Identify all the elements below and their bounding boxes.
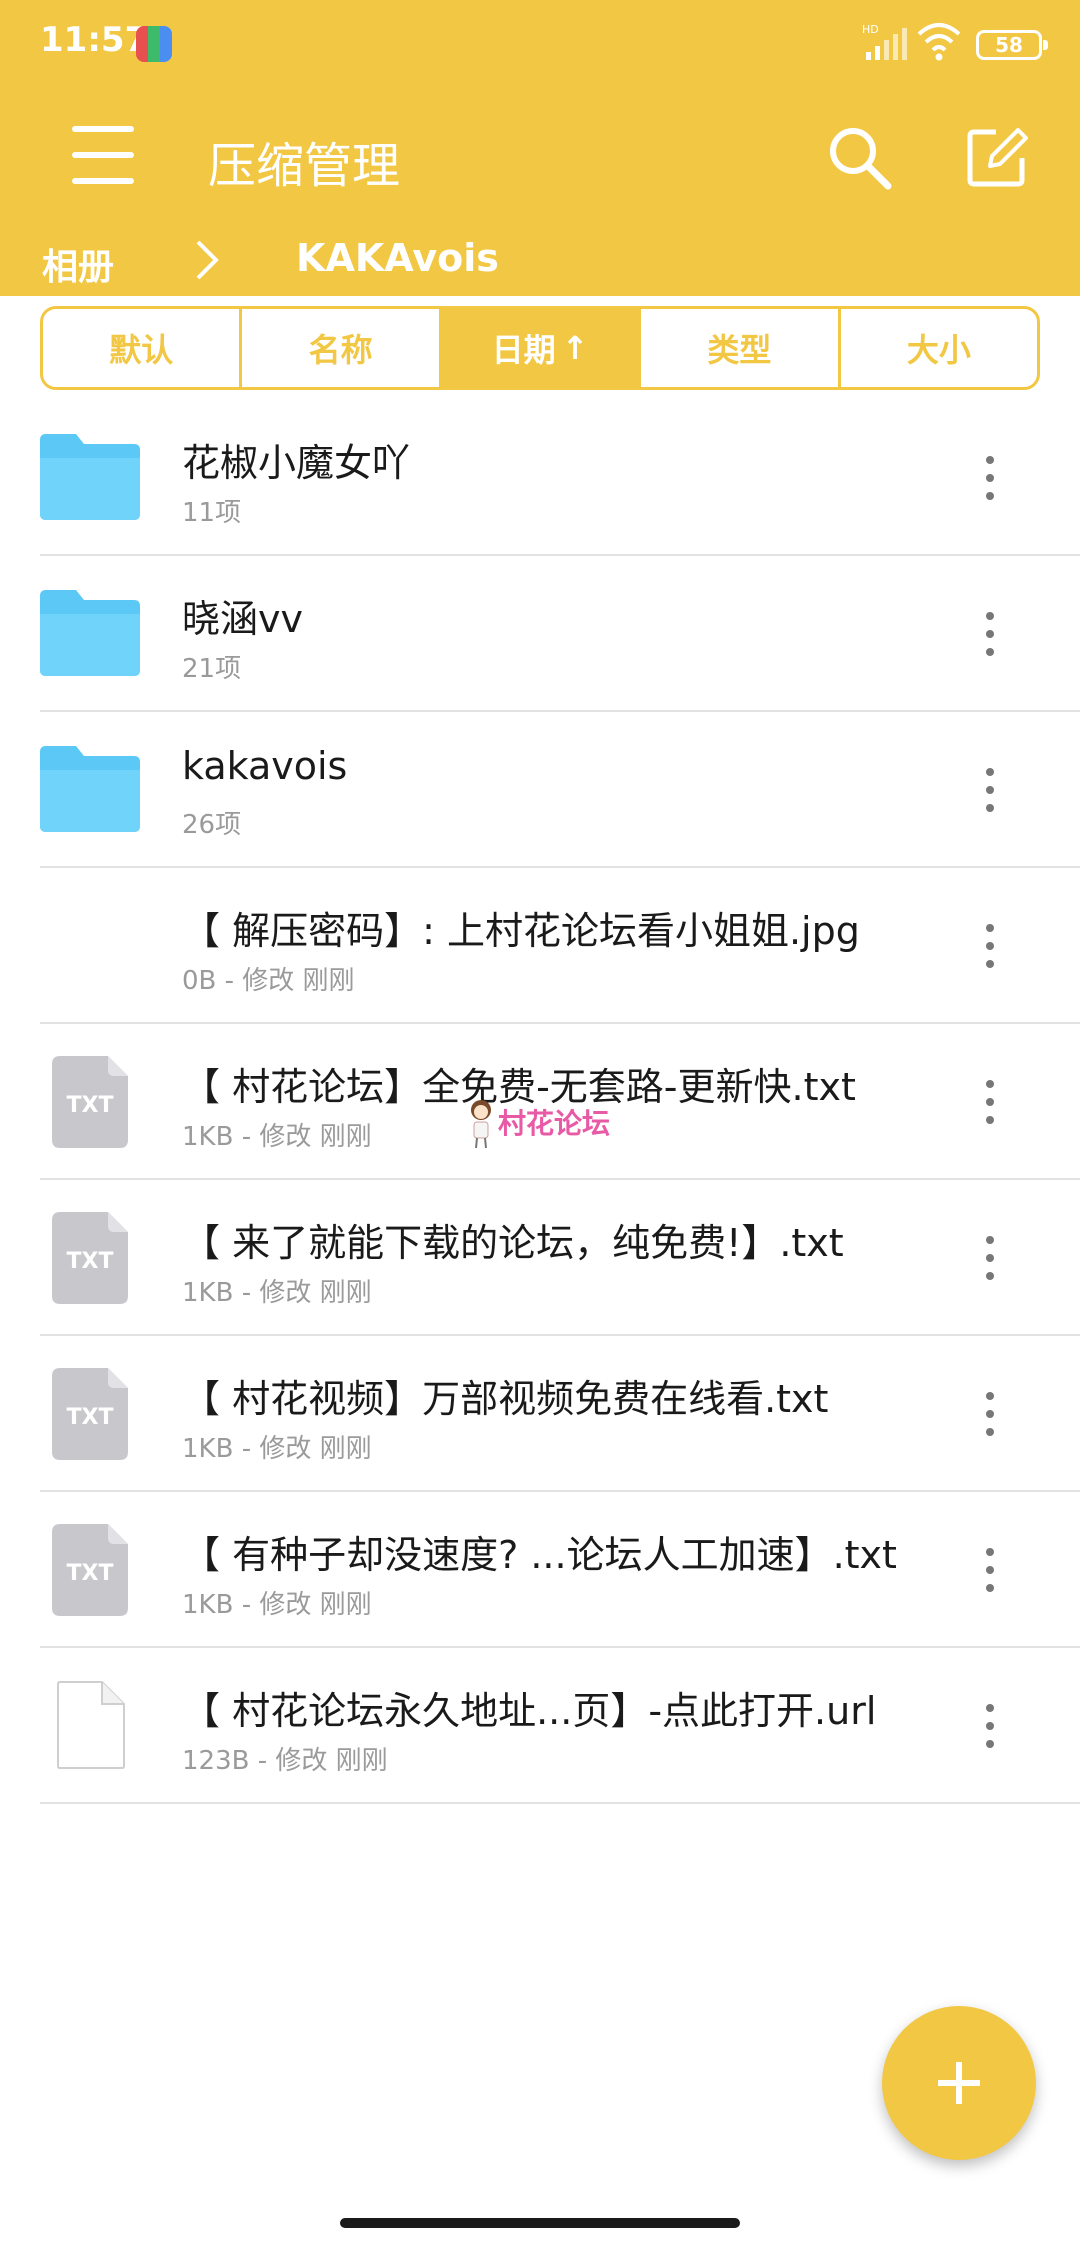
file-name: 【 有种子却没速度? ...论坛人工加速】.txt bbox=[182, 1533, 897, 1577]
list-item[interactable]: kakavois 26项 bbox=[0, 712, 1080, 868]
file-name: 晓涵vv bbox=[182, 597, 303, 641]
add-button[interactable] bbox=[882, 2006, 1036, 2160]
signal-icon: HD bbox=[862, 23, 907, 60]
file-meta: 1KB - 修改 刚刚 bbox=[182, 1278, 372, 1308]
txt-file-icon: TXT bbox=[52, 1524, 128, 1616]
folder-icon bbox=[40, 746, 140, 832]
folder-icon bbox=[40, 434, 140, 520]
archive-app-icon bbox=[136, 26, 172, 62]
file-meta: 1KB - 修改 刚刚 bbox=[182, 1590, 372, 1620]
sort-bar: 默认 名称 日期 ↑ 类型 大小 bbox=[40, 306, 1040, 390]
network-type-label: HD bbox=[862, 23, 879, 36]
more-options-icon[interactable] bbox=[970, 1230, 1010, 1286]
cartoon-girl-icon bbox=[471, 1100, 491, 1149]
sort-tab-label: 日期 bbox=[491, 331, 556, 369]
more-options-icon[interactable] bbox=[970, 1386, 1010, 1442]
edit-icon[interactable] bbox=[966, 126, 1028, 188]
list-item[interactable]: 【 村花论坛永久地址...页】-点此打开.url 123B - 修改 刚刚 bbox=[0, 1648, 1080, 1804]
sort-ascending-arrow-icon: ↑ bbox=[561, 329, 589, 367]
status-bar: 11:57 HD 58 bbox=[0, 0, 1080, 90]
breadcrumb-current[interactable]: KAKAvois bbox=[296, 236, 499, 280]
chevron-right-icon bbox=[196, 240, 219, 280]
file-name: 【 村花论坛永久地址...页】-点此打开.url bbox=[182, 1689, 877, 1733]
more-options-icon[interactable] bbox=[970, 1074, 1010, 1130]
txt-label: TXT bbox=[67, 1405, 114, 1430]
status-time: 11:57 bbox=[40, 20, 149, 60]
file-meta: 26项 bbox=[182, 810, 242, 840]
file-name: 【 村花视频】万部视频免费在线看.txt bbox=[182, 1377, 829, 1421]
file-meta: 0B - 修改 刚刚 bbox=[182, 966, 355, 996]
page-title: 压缩管理 bbox=[208, 138, 401, 194]
file-meta: 11项 bbox=[182, 498, 242, 528]
sort-tab-label: 类型 bbox=[707, 331, 772, 369]
blank-document-icon bbox=[57, 1681, 125, 1769]
more-options-icon[interactable] bbox=[970, 918, 1010, 974]
file-name: kakavois bbox=[182, 744, 348, 788]
file-name: 【 来了就能下载的论坛，纯免费!】.txt bbox=[182, 1221, 844, 1265]
txt-file-icon: TXT bbox=[52, 1056, 128, 1148]
more-options-icon[interactable] bbox=[970, 762, 1010, 818]
sort-tab-default[interactable]: 默认 bbox=[43, 309, 243, 387]
list-item[interactable]: 花椒小魔女吖 11项 bbox=[0, 400, 1080, 556]
breadcrumb-root[interactable]: 相册 bbox=[42, 238, 114, 290]
file-meta: 123B - 修改 刚刚 bbox=[182, 1746, 388, 1776]
more-options-icon[interactable] bbox=[970, 450, 1010, 506]
folder-icon bbox=[40, 590, 140, 676]
sort-tab-size[interactable]: 大小 bbox=[841, 309, 1037, 387]
divider bbox=[40, 1802, 1080, 1804]
sort-tab-label: 大小 bbox=[906, 331, 971, 369]
sort-tab-date[interactable]: 日期 ↑ bbox=[441, 309, 642, 387]
file-name: 花椒小魔女吖 bbox=[182, 441, 411, 485]
txt-file-icon: TXT bbox=[52, 1212, 128, 1304]
file-meta: 1KB - 修改 刚刚 bbox=[182, 1434, 372, 1464]
plus-icon-vertical bbox=[956, 2062, 962, 2104]
home-indicator[interactable] bbox=[340, 2218, 740, 2228]
more-options-icon[interactable] bbox=[970, 606, 1010, 662]
more-options-icon[interactable] bbox=[970, 1542, 1010, 1598]
watermark-text: 村花论坛 bbox=[498, 1107, 611, 1140]
file-meta: 21项 bbox=[182, 654, 242, 684]
list-item[interactable]: 【 解压密码】: 上村花论坛看小姐姐.jpg 0B - 修改 刚刚 bbox=[0, 868, 1080, 1024]
txt-label: TXT bbox=[67, 1249, 114, 1274]
menu-button[interactable] bbox=[72, 124, 134, 186]
battery-icon: 58 bbox=[976, 30, 1048, 60]
wifi-icon bbox=[917, 23, 961, 61]
file-name: 【 解压密码】: 上村花论坛看小姐姐.jpg bbox=[182, 909, 860, 953]
list-item[interactable]: TXT 【 村花视频】万部视频免费在线看.txt 1KB - 修改 刚刚 bbox=[0, 1336, 1080, 1492]
sort-tab-label: 名称 bbox=[308, 331, 373, 369]
list-item[interactable]: 晓涵vv 21项 bbox=[0, 556, 1080, 712]
list-item[interactable]: TXT 【 来了就能下载的论坛，纯免费!】.txt 1KB - 修改 刚刚 bbox=[0, 1180, 1080, 1336]
sort-tab-name[interactable]: 名称 bbox=[242, 309, 442, 387]
file-meta: 1KB - 修改 刚刚 bbox=[182, 1122, 372, 1152]
txt-file-icon: TXT bbox=[52, 1368, 128, 1460]
more-options-icon[interactable] bbox=[970, 1698, 1010, 1754]
txt-label: TXT bbox=[67, 1093, 114, 1118]
search-icon[interactable] bbox=[826, 124, 892, 190]
txt-label: TXT bbox=[67, 1561, 114, 1586]
list-item[interactable]: TXT 【 有种子却没速度? ...论坛人工加速】.txt 1KB - 修改 刚… bbox=[0, 1492, 1080, 1648]
sort-tab-label: 默认 bbox=[109, 331, 174, 369]
sort-tab-type[interactable]: 类型 bbox=[641, 309, 841, 387]
